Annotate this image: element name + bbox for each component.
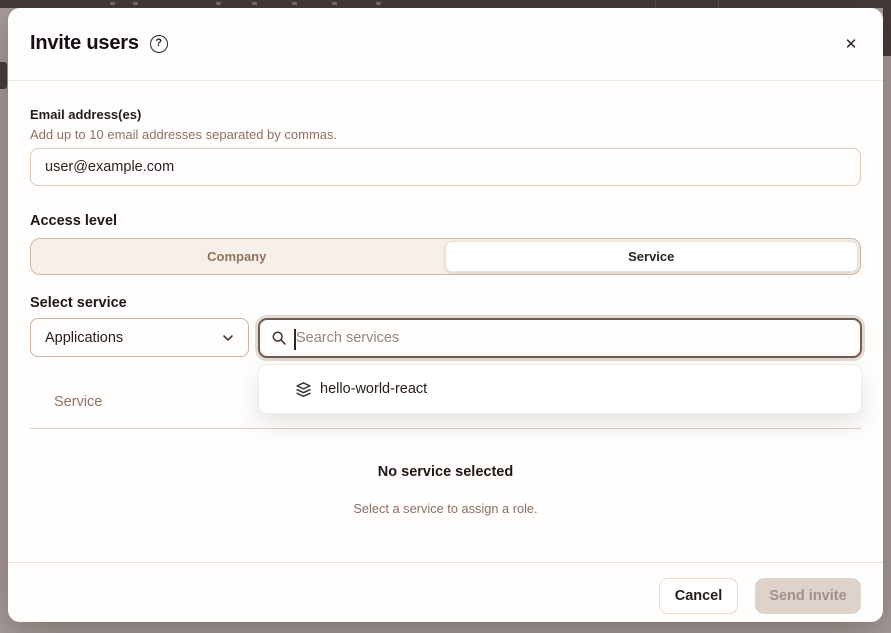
modal-title: Invite users (30, 32, 139, 55)
page-top-nav-bar-edge (883, 0, 891, 56)
topbar-divider (718, 0, 719, 8)
page-top-nav-bar (0, 0, 891, 8)
service-result-name: hello-world-react (320, 381, 427, 397)
select-service-label: Select service (30, 295, 127, 311)
topbar-text-fragment (376, 2, 381, 5)
access-level-segmented-control: Company Service (30, 238, 861, 275)
topbar-text-fragment (252, 2, 257, 5)
table-divider (30, 428, 861, 429)
topbar-text-fragment (110, 2, 115, 5)
footer-divider (8, 562, 883, 563)
chevron-down-icon (220, 330, 236, 346)
service-column-header: Service (54, 394, 102, 410)
service-type-select[interactable]: Applications (30, 318, 249, 357)
search-results-dropdown: hello-world-react (258, 364, 862, 414)
header-divider (8, 80, 883, 81)
topbar-text-fragment (332, 2, 337, 5)
text-cursor (294, 329, 296, 350)
segment-service[interactable]: Service (445, 241, 859, 272)
email-field[interactable] (30, 148, 861, 186)
topbar-text-fragment (216, 2, 221, 5)
topbar-text-fragment (133, 2, 138, 5)
topbar-text-fragment (292, 2, 297, 5)
segment-company[interactable]: Company (31, 239, 443, 274)
empty-state-subtitle: Select a service to assign a role. (8, 501, 883, 516)
topbar-divider (655, 0, 656, 8)
help-icon[interactable]: ? (150, 35, 168, 53)
service-type-value: Applications (45, 330, 123, 346)
send-invite-button[interactable]: Send invite (755, 578, 861, 614)
service-search-box (258, 318, 862, 358)
modal-header: Invite users ? (30, 32, 168, 55)
access-level-label: Access level (30, 213, 117, 229)
stack-icon (295, 381, 312, 398)
page-logo-fragment (0, 62, 7, 89)
empty-state-title: No service selected (8, 464, 883, 480)
email-label: Email address(es) (30, 107, 141, 122)
cancel-button[interactable]: Cancel (659, 578, 738, 614)
close-icon[interactable]: ✕ (839, 32, 863, 56)
service-result-item[interactable]: hello-world-react (259, 365, 861, 413)
invite-users-modal: Invite users ? ✕ Email address(es) Add u… (8, 8, 883, 622)
service-search-input[interactable] (260, 320, 860, 356)
email-helper-text: Add up to 10 email addresses separated b… (30, 127, 337, 142)
